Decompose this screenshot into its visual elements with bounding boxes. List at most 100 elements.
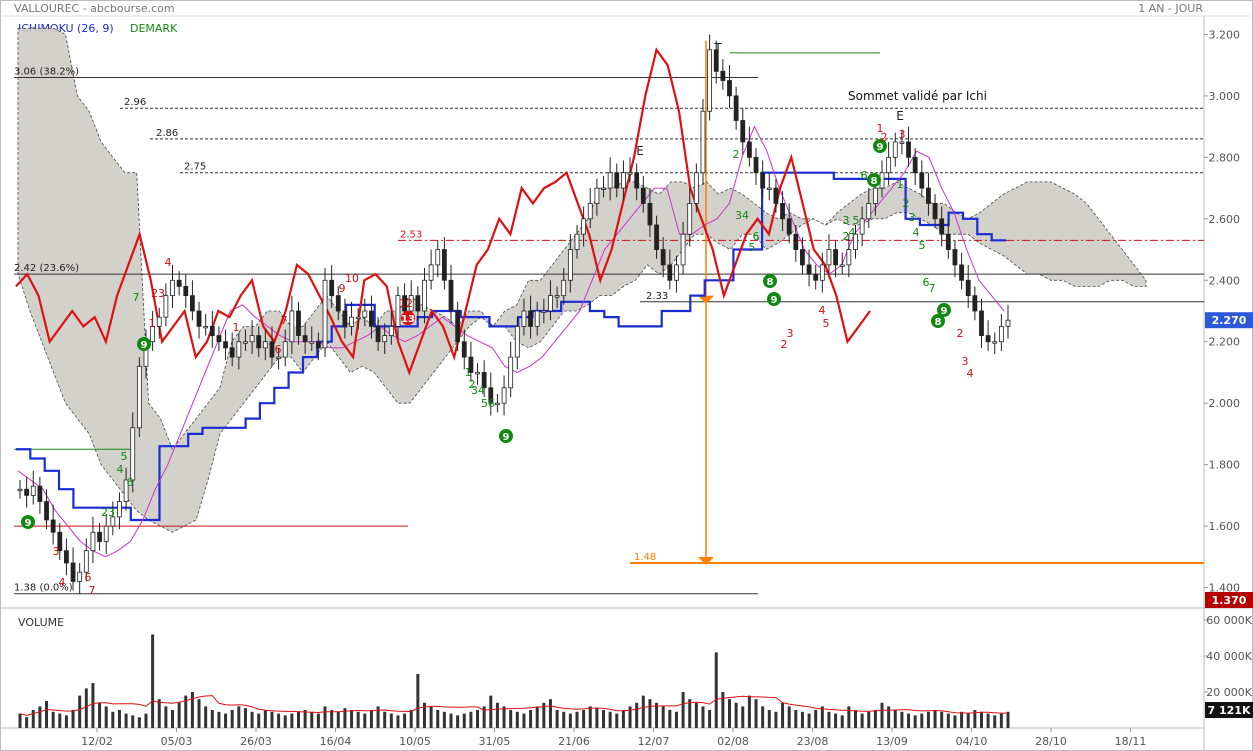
ichimoku-chart[interactable]: VALLOUREC - abcbourse.com 1 AN - JOURICHI… [0,0,1253,751]
candle-body [362,310,368,318]
candle-body [322,279,328,349]
candle-body [223,341,228,349]
candle-body [24,488,30,496]
fib-38-label: 3.06 (38.2%) [14,66,79,77]
candle-body [813,273,819,281]
candle-body [262,341,268,349]
volume-bar [243,708,247,728]
demark-label: 4 [967,367,974,380]
candle-body [276,356,282,359]
candle-body [640,187,646,204]
volume-bar [270,711,274,728]
target-label: 1.48 [634,552,656,563]
candle-body [766,187,772,190]
candle-body [906,141,911,158]
candle-body [441,249,447,281]
demark-label: 4 [59,576,66,589]
candle-body [839,264,845,267]
x-tick-label: 04/10 [956,735,988,748]
candle-body [740,120,746,143]
level-233-label: 2.33 [646,291,668,302]
demark-label: 2 [881,131,888,144]
demark-label: 4 [165,256,172,269]
candle-body [972,295,978,312]
volume-title: VOLUME [18,616,64,629]
candle-body [475,372,480,375]
volume-bar [602,710,606,728]
candle-body [992,341,998,344]
demark-label: 1 [897,178,904,191]
demark-label: 23 [151,287,165,300]
candle-body [680,233,686,266]
volume-bar [668,710,672,728]
demark-count-label: 9 [503,432,510,443]
demark-label: 34 [471,384,485,397]
candle-body [627,172,633,175]
volume-bar [363,713,367,728]
demark-label: 6 [85,571,92,584]
volume-bar [721,692,725,728]
demark-count-label: 9 [25,518,32,529]
candle-body [733,95,739,121]
volume-bar [741,706,745,728]
volume-bar [595,708,599,728]
candle-body [90,531,96,552]
candle-body [548,295,553,312]
volume-bar [694,702,698,728]
volume-bar [761,706,765,728]
volume-bar [310,711,314,728]
volume-bar [754,699,758,728]
volume-bar [210,710,214,728]
candle-body [514,325,520,358]
volume-bar [635,702,639,728]
candle-body [866,203,872,220]
volume-bar [476,710,480,728]
volume-bar [177,702,181,728]
volume-bar [860,713,864,728]
candle-body [196,310,202,327]
candle-body [17,488,23,492]
volume-bar [840,715,844,728]
demark-label: 2 [957,327,964,340]
volume-bar [999,713,1003,728]
candle-body [422,279,427,312]
volume-bar [767,710,771,728]
candle-body [382,335,388,343]
volume-bar [940,711,944,728]
volume-bar [124,713,128,728]
y-tick-label: 1.800 [1209,459,1241,472]
x-tick-label: 10/05 [399,735,431,748]
y-tick-label: 2.800 [1209,151,1241,164]
volume-bar [164,706,168,728]
volume-bar [734,702,738,728]
candle-body [687,203,693,235]
demark-count-label: 8 [935,317,942,328]
candle-body [581,218,587,235]
candle-body [203,325,209,329]
volume-bar [887,706,891,728]
volume-tick-label: 60 000K [1206,614,1252,627]
candle-body [727,80,732,97]
volume-bar [31,710,35,728]
volume-bar [900,711,904,728]
y-tick-label: 2.400 [1209,274,1241,287]
volume-bar [588,706,592,728]
candle-body [156,316,162,327]
candle-body [554,295,560,298]
candle-body [587,203,593,220]
demark-label: 3 [787,327,794,340]
candle-body [959,264,964,281]
volume-bar [409,710,413,728]
candle-body [886,156,892,174]
candle-body [269,341,275,358]
demark-label: 7 [89,584,96,597]
candle-body [170,279,175,297]
volume-bar [867,711,871,728]
demark-label: 7 [281,314,288,327]
chart-frame [0,0,1253,751]
volume-bar [847,706,851,728]
indicator-demark-label: DEMARK [130,22,178,35]
volume-current-label: 7 121K [1208,704,1251,717]
candle-body [243,341,248,344]
volume-bar [383,711,387,728]
